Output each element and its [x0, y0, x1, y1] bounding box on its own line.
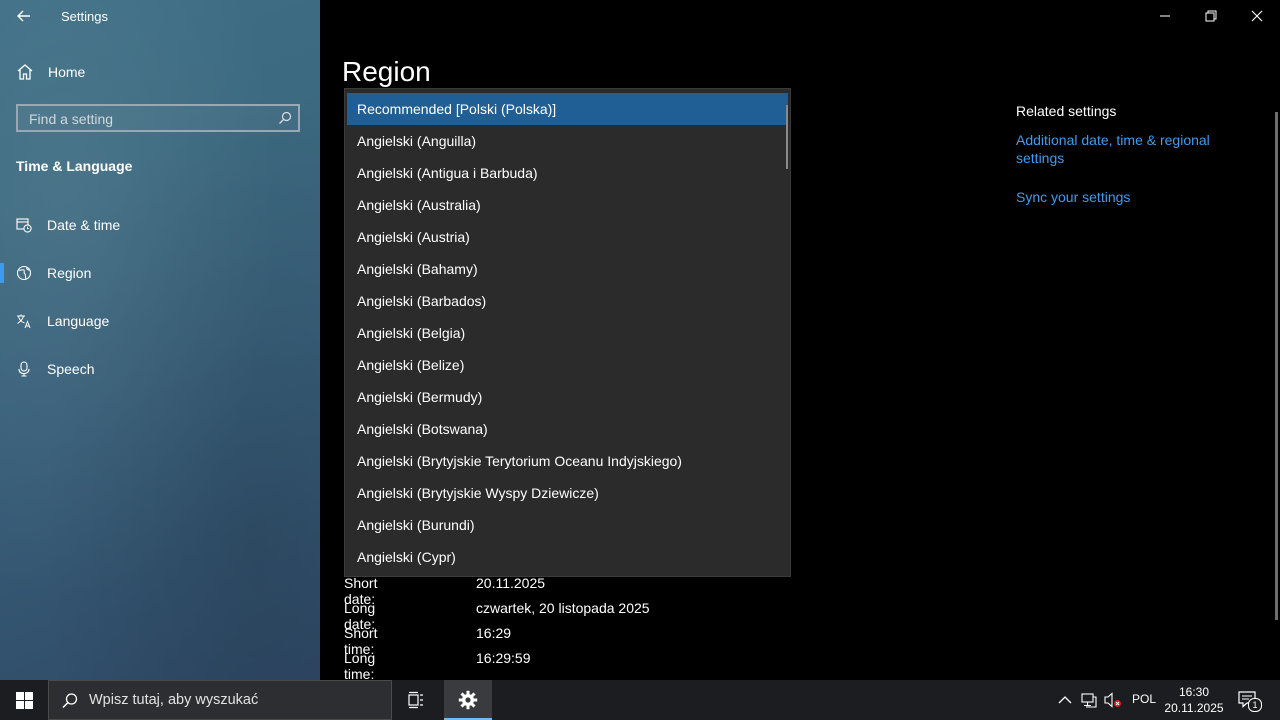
dropdown-option[interactable]: Angielski (Anguilla) [347, 125, 788, 157]
sidebar: Settings Home Time & Language Date & tim… [0, 0, 320, 680]
home-label: Home [48, 64, 86, 80]
task-view-icon [408, 691, 423, 709]
regional-format-dropdown-list[interactable]: Recommended [Polski (Polska)] Angielski … [344, 88, 791, 577]
dropdown-option[interactable]: Angielski (Brytyjskie Terytorium Oceanu … [347, 445, 788, 477]
page-title: Region [342, 56, 431, 87]
sync-settings-link[interactable]: Sync your settings [1016, 188, 1130, 206]
restore-icon [1205, 10, 1217, 22]
find-setting-input[interactable] [27, 106, 271, 132]
section-title: Time & Language [16, 158, 133, 174]
taskbar-search-box[interactable]: Wpisz tutaj, aby wyszukać [48, 680, 392, 720]
dropdown-option[interactable]: Angielski (Belgia) [347, 317, 788, 349]
close-button[interactable] [1234, 0, 1280, 32]
dropdown-option[interactable]: Angielski (Belize) [347, 349, 788, 381]
app-title: Settings [61, 9, 108, 24]
dropdown-option[interactable]: Angielski (Austria) [347, 221, 788, 253]
dropdown-option[interactable]: Angielski (Bahamy) [347, 253, 788, 285]
back-arrow-icon [17, 10, 30, 22]
globe-icon [16, 265, 32, 281]
restore-button[interactable] [1188, 0, 1234, 32]
sidebar-item-label: Date & time [47, 217, 121, 233]
search-icon [62, 693, 78, 709]
format-value: 16:29 [476, 625, 512, 641]
minimize-button[interactable] [1142, 0, 1188, 32]
sidebar-item-language[interactable]: Language [0, 301, 320, 341]
microphone-icon [18, 361, 30, 377]
sidebar-item-speech[interactable]: Speech [0, 349, 320, 389]
input-language-indicator[interactable]: POL [1132, 692, 1156, 706]
action-center-button[interactable]: 1 [1236, 688, 1262, 712]
windows-logo-icon [15, 691, 33, 709]
language-icon [17, 314, 31, 329]
format-value: czwartek, 20 listopada 2025 [476, 600, 650, 616]
taskbar-clock[interactable]: 16:30 20.11.2025 [1160, 684, 1228, 716]
volume-muted-icon[interactable] [1103, 690, 1123, 710]
network-icon[interactable] [1079, 690, 1099, 710]
taskbar-settings-app[interactable] [444, 680, 492, 720]
clock-time: 16:30 [1178, 685, 1210, 699]
dropdown-option[interactable]: Angielski (Brytyjskie Wyspy Dziewicze) [347, 477, 788, 509]
chevron-up-icon[interactable] [1055, 690, 1075, 710]
home-icon [17, 64, 33, 80]
back-button[interactable] [14, 6, 34, 26]
start-button[interactable] [0, 680, 48, 720]
taskbar-search-placeholder: Wpisz tutaj, aby wyszukać [89, 692, 259, 708]
close-icon [1251, 10, 1263, 22]
main-scrollbar[interactable] [1275, 112, 1278, 620]
dropdown-scrollbar-thumb[interactable] [786, 105, 788, 169]
dropdown-option[interactable]: Angielski (Botswana) [347, 413, 788, 445]
dropdown-option[interactable]: Angielski (Cypr) [347, 541, 788, 573]
format-key: Long time: [344, 650, 376, 682]
home-button[interactable]: Home [16, 63, 85, 81]
sidebar-item-label: Speech [47, 361, 95, 377]
clock-date: 20.11.2025 [1164, 701, 1224, 715]
task-view-button[interactable] [398, 680, 434, 720]
find-setting-box[interactable] [16, 104, 300, 132]
taskbar: Wpisz tutaj, aby wyszukać POL 16:30 20.1… [0, 680, 1280, 720]
sidebar-item-label: Language [47, 313, 110, 329]
dropdown-option[interactable]: Angielski (Antigua i Barbuda) [347, 157, 788, 189]
sidebar-item-date-time[interactable]: Date & time [0, 205, 320, 245]
format-value: 16:29:59 [476, 650, 531, 666]
dropdown-option[interactable]: Angielski (Barbados) [347, 285, 788, 317]
notification-count-badge: 1 [1248, 698, 1262, 712]
dropdown-option[interactable]: Angielski (Australia) [347, 189, 788, 221]
search-icon[interactable] [278, 111, 292, 125]
calendar-clock-icon [16, 218, 32, 233]
dropdown-option[interactable]: Angielski (Bermudy) [347, 381, 788, 413]
additional-date-time-regional-link[interactable]: Additional date, time & regional setting… [1016, 131, 1236, 167]
format-value: 20.11.2025 [476, 575, 546, 591]
minimize-icon [1160, 15, 1170, 17]
sidebar-item-label: Region [47, 265, 92, 281]
dropdown-option[interactable]: Angielski (Burundi) [347, 509, 788, 541]
dropdown-option-selected[interactable]: Recommended [Polski (Polska)] [347, 93, 788, 125]
sidebar-item-region[interactable]: Region [0, 253, 320, 293]
related-settings-title: Related settings [1016, 103, 1117, 119]
gear-icon [458, 690, 478, 710]
